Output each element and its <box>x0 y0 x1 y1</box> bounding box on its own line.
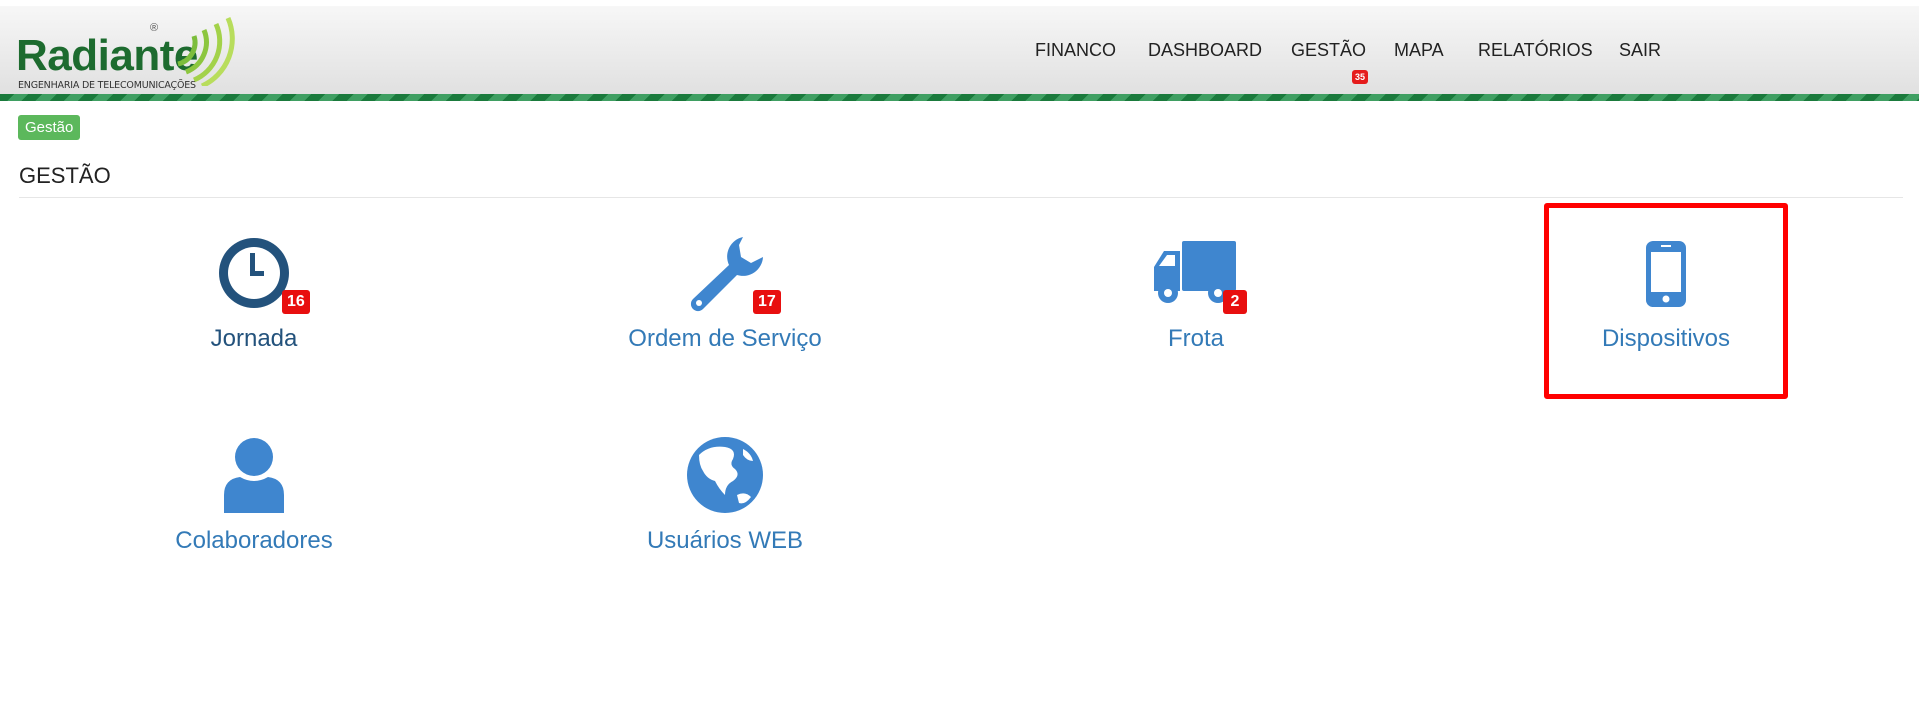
user-icon <box>214 435 294 515</box>
page-title: GESTÃO <box>19 163 111 188</box>
tile-colaboradores[interactable]: Colaboradores <box>104 435 404 595</box>
tile-usuarios-web[interactable]: Usuários WEB <box>575 435 875 595</box>
tile-label: Usuários WEB <box>646 527 804 554</box>
nav-item-sair[interactable]: SAIR <box>1619 40 1661 61</box>
frota-count-badge: 2 <box>1223 290 1247 314</box>
ordem-count-badge: 17 <box>753 290 781 314</box>
tile-label: Ordem de Serviço <box>628 325 822 352</box>
radiante-logo[interactable]: Radiante ® ENGENHARIA DE TELECOMUNICAÇÕE… <box>16 16 236 96</box>
nav-item-financo[interactable]: FINANCO <box>1035 40 1116 61</box>
nav-item-mapa[interactable]: MAPA <box>1394 40 1444 61</box>
logo-tagline: ENGENHARIA DE TELECOMUNICAÇÕES <box>18 80 196 91</box>
jornada-count-badge: 16 <box>282 290 310 314</box>
nav-item-dashboard[interactable]: DASHBOARD <box>1148 40 1262 61</box>
tile-frota[interactable]: 2 Frota <box>1046 233 1346 393</box>
top-navbar: Radiante ® ENGENHARIA DE TELECOMUNICAÇÕE… <box>0 6 1919 96</box>
title-divider <box>19 197 1903 198</box>
breadcrumb[interactable]: Gestão <box>18 115 81 140</box>
tile-label: Jornada <box>210 325 298 352</box>
tile-ordem-de-servico[interactable]: 17 Ordem de Serviço <box>575 233 875 393</box>
logo-registered-mark: ® <box>150 22 159 34</box>
nav-item-gestao[interactable]: GESTÃO <box>1291 40 1366 61</box>
tile-label: Colaboradores <box>175 527 333 554</box>
nav-item-relatorios[interactable]: RELATÓRIOS <box>1478 40 1593 61</box>
signal-waves-icon <box>177 17 235 86</box>
header-stripe <box>0 94 1919 101</box>
dispositivos-highlight-box <box>1544 203 1788 399</box>
gestao-notification-badge: 35 <box>1352 70 1368 84</box>
tile-label: Frota <box>1167 325 1224 352</box>
tile-jornada[interactable]: 16 Jornada <box>104 233 404 393</box>
globe-icon <box>685 435 765 515</box>
